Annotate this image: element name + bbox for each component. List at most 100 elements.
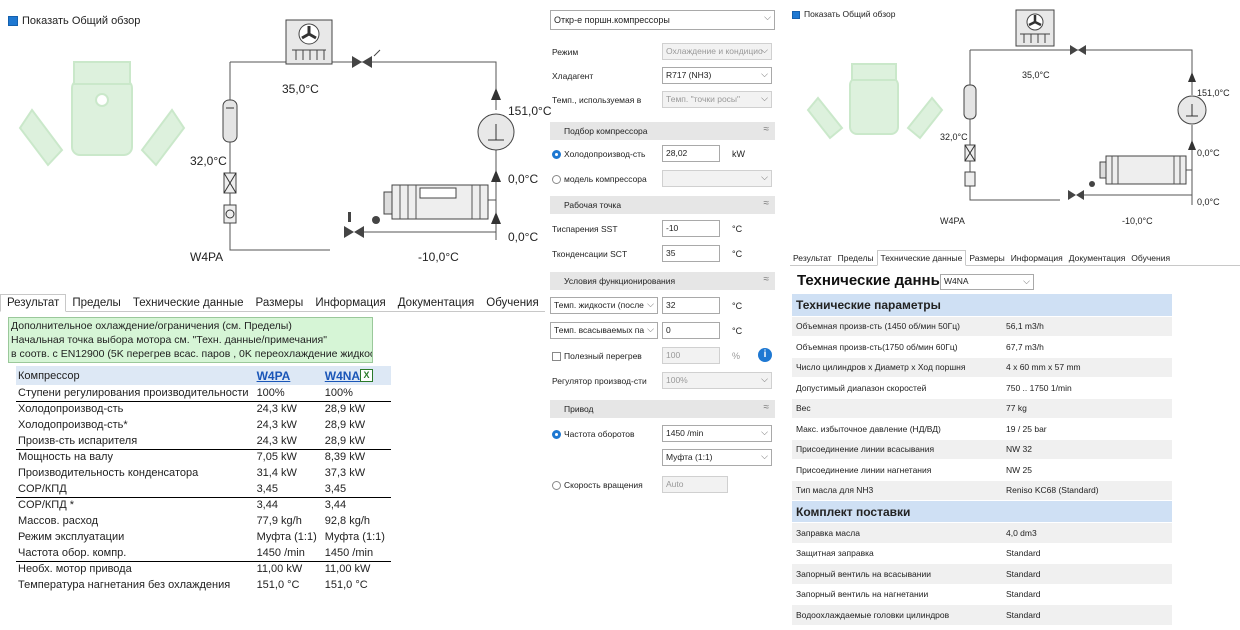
compressor-type-select[interactable]: Откр-е поршн.компрессоры ⌵ xyxy=(550,10,775,30)
tech-table: Технические параметры Объемная произв-ст… xyxy=(792,294,1172,626)
sct-unit: °C xyxy=(732,249,743,259)
collapse-icon: ≈ xyxy=(763,274,770,285)
tab-result[interactable]: Результат xyxy=(790,251,835,265)
tab-documentation[interactable]: Документация xyxy=(1066,251,1129,265)
collapse-icon: ≈ xyxy=(763,124,770,135)
tech-value: Standard xyxy=(1002,563,1172,585)
row-value: 37,3 kW xyxy=(324,467,366,479)
tech-label: Запорный вентиль на нагнетании xyxy=(792,584,1002,605)
suction-temp-unit: °C xyxy=(732,326,743,336)
notice-line: в соотв. с EN12900 (5K перегрев всас. па… xyxy=(11,348,373,360)
superheat-checkbox[interactable]: Полезный перегрев xyxy=(552,351,642,362)
row-label: Холодопроизвод-сть* xyxy=(18,419,128,431)
speed-input[interactable]: Auto xyxy=(662,476,728,493)
row-value: 92,8 kg/h xyxy=(324,515,371,527)
col-header-w4na[interactable]: W4NA xyxy=(322,366,391,385)
col-header-w4pa[interactable]: W4PA xyxy=(254,366,323,385)
tab-training[interactable]: Обучения xyxy=(1128,251,1173,265)
superheat-input[interactable]: 100 xyxy=(662,347,720,364)
chevron-down-icon: ⌵ xyxy=(761,172,768,182)
tab-information[interactable]: Информация xyxy=(309,295,391,311)
separator-icon xyxy=(477,113,515,151)
row-value: 3,44 xyxy=(324,499,347,512)
tech-label: Запорный вентиль на всасывании xyxy=(792,563,1002,585)
tab-training[interactable]: Обучения xyxy=(480,295,544,311)
liquid-temp-input[interactable]: 32 xyxy=(662,297,720,314)
chevron-down-icon: ⌵ xyxy=(647,324,654,334)
tab-technical-data[interactable]: Технические данные xyxy=(876,250,967,266)
freq-select[interactable]: 1450 /min ⌵ xyxy=(662,425,772,442)
row-label: COP/КПД * xyxy=(18,499,74,512)
row-label: Произв-сть испарителя xyxy=(16,433,255,450)
row-label: Массов. расход xyxy=(18,515,99,527)
regulator-select[interactable]: 100% ⌵ xyxy=(662,372,772,389)
tab-documentation[interactable]: Документация xyxy=(392,295,481,311)
tab-limits[interactable]: Пределы xyxy=(835,251,877,265)
speed-radio[interactable]: Скорость вращения xyxy=(552,480,643,491)
row-label: Холодопроизвод-сть xyxy=(18,403,124,416)
section-drive[interactable]: Привод ≈ xyxy=(550,400,775,418)
mode-label: Режим xyxy=(552,47,579,57)
tech-label: Тип масла для NH3 xyxy=(792,480,1002,501)
tech-value: Standard xyxy=(1002,543,1172,564)
liquid-temp-select[interactable]: Темп. жидкости (после ⌵ xyxy=(550,297,658,314)
capacity-input[interactable]: 28,02 xyxy=(662,145,720,162)
flow-arrow-icon xyxy=(491,88,501,100)
temp-used-select[interactable]: Темп. "точки росы" ⌵ xyxy=(662,91,772,108)
refrigeration-diagram xyxy=(18,19,515,251)
tech-label: Присоединение линии всасывания xyxy=(792,439,1002,460)
sct-label: Тконденсации SCT xyxy=(552,249,628,259)
tech-model-select[interactable]: W4NA ⌵ xyxy=(940,274,1034,290)
section-compressor-selection[interactable]: Подбор компрессора ≈ xyxy=(550,122,775,140)
temp-evap-out: 0,0°C xyxy=(1197,148,1220,158)
model-radio[interactable]: модель компрессора xyxy=(552,174,647,185)
model-label: W4PA xyxy=(190,250,224,264)
expansion-valve-icon xyxy=(344,212,380,238)
tab-dimensions[interactable]: Размеры xyxy=(250,295,310,311)
temp-receiver: 32,0°C xyxy=(940,132,968,142)
tab-limits[interactable]: Пределы xyxy=(66,295,127,311)
result-tabs: Результат Пределы Технические данные Раз… xyxy=(0,292,545,312)
section-operating-point[interactable]: Рабочая точка ≈ xyxy=(550,196,775,214)
mode-select[interactable]: Охлаждение и кондицио ⌵ xyxy=(662,43,772,60)
valve-icon xyxy=(1070,45,1086,55)
row-label: Необх. мотор привода xyxy=(18,563,132,576)
collapse-icon: ≈ xyxy=(763,402,770,413)
excel-export-icon[interactable]: X xyxy=(360,369,373,382)
chevron-down-icon: ⌵ xyxy=(761,93,768,103)
flow-arrow-icon xyxy=(1188,140,1196,150)
tab-result[interactable]: Результат xyxy=(0,294,67,312)
sst-input[interactable]: -10 xyxy=(662,220,720,237)
info-icon[interactable]: i xyxy=(758,348,772,362)
right-tabs: Результат Пределы Технические данные Раз… xyxy=(790,250,1240,266)
refrigerant-select[interactable]: R717 (NH3) ⌵ xyxy=(662,67,772,84)
row-value: 8,39 kW xyxy=(324,451,366,464)
sct-input[interactable]: 35 xyxy=(662,245,720,262)
row-label: Температура нагнетания без охлаждения xyxy=(18,579,231,591)
tab-dimensions[interactable]: Размеры xyxy=(966,251,1007,265)
capacity-radio[interactable]: Холодопроизвод-сть xyxy=(552,149,645,160)
row-value: 24,3 kW xyxy=(256,403,297,416)
tech-title: Технические данные xyxy=(797,272,952,289)
model-select[interactable]: ⌵ xyxy=(662,170,772,187)
temp-discharge: 151,0°C xyxy=(508,104,552,118)
section-conditions[interactable]: Условия функционирования ≈ xyxy=(550,272,775,290)
suction-temp-select[interactable]: Темп. всасываемых па ⌵ xyxy=(550,322,658,339)
tab-technical-data[interactable]: Технические данные xyxy=(127,295,250,311)
row-value: 3,45 xyxy=(254,481,323,498)
tab-information[interactable]: Информация xyxy=(1008,251,1066,265)
row-value: 7,05 kW xyxy=(256,451,297,464)
row-value: 3,45 xyxy=(322,481,391,498)
chevron-down-icon: ⌵ xyxy=(764,12,771,22)
tech-value: 750 .. 1750 1/min xyxy=(1002,377,1172,399)
coupling-select[interactable]: Муфта (1:1) ⌵ xyxy=(662,449,772,466)
suction-temp-input[interactable]: 0 xyxy=(662,322,720,339)
row-label: Режим эксплуатации xyxy=(18,531,125,543)
freq-radio[interactable]: Частота оборотов xyxy=(552,429,635,440)
row-value: 11,00 kW xyxy=(256,563,303,576)
chevron-down-icon: ⌵ xyxy=(647,299,654,309)
flow-arrow-icon xyxy=(1188,72,1196,82)
liquid-temp-unit: °C xyxy=(732,301,743,311)
temp-evaporating: -10,0°C xyxy=(1122,216,1153,226)
tech-section-header: Технические параметры xyxy=(792,294,1172,317)
